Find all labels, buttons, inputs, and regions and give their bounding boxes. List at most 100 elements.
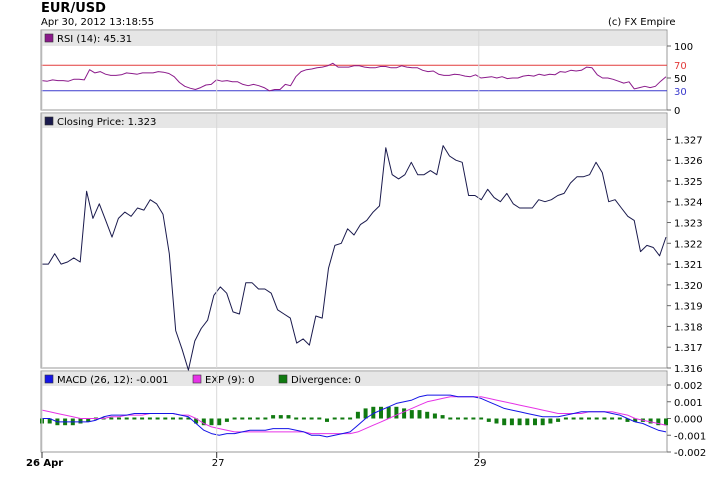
divergence-bar bbox=[224, 418, 229, 422]
divergence-bar bbox=[525, 418, 530, 426]
price-legend-label: Closing Price: 1.323 bbox=[57, 117, 156, 128]
rsi-upper-band-label: 70 bbox=[674, 61, 687, 72]
divergence-bar bbox=[286, 415, 291, 419]
divergence-bar bbox=[502, 418, 507, 426]
divergence-bar bbox=[155, 417, 160, 420]
divergence-bar bbox=[163, 417, 168, 420]
divergence-bar bbox=[255, 417, 260, 420]
divergence-bar bbox=[209, 418, 214, 426]
divergence-bar bbox=[348, 417, 353, 420]
divergence-bar bbox=[664, 418, 668, 426]
price-y-tick-label: 1.317 bbox=[674, 343, 703, 354]
divergence-bar bbox=[409, 410, 414, 419]
divergence-bar bbox=[494, 418, 499, 424]
price-y-tick-label: 1.322 bbox=[674, 239, 703, 250]
macd-legend-swatch bbox=[44, 374, 54, 384]
price-y-tick-label: 1.326 bbox=[674, 156, 703, 167]
macd-y-tick-label: 0.002 bbox=[674, 381, 703, 392]
divergence-bar bbox=[517, 418, 522, 426]
price-y-tick-label: 1.321 bbox=[674, 260, 703, 271]
divergence-bar bbox=[325, 418, 329, 422]
price-y-tick-label: 1.318 bbox=[674, 322, 703, 333]
price-y-tick-label: 1.320 bbox=[674, 281, 703, 292]
price-y-tick-label: 1.325 bbox=[674, 177, 703, 188]
divergence-bar bbox=[610, 417, 615, 420]
divergence-bar bbox=[556, 418, 561, 422]
divergence-bar bbox=[278, 415, 283, 419]
divergence-bar bbox=[317, 417, 322, 420]
macd-y-tick-label: -0.001 bbox=[674, 431, 706, 442]
price-y-tick-label: 1.327 bbox=[674, 135, 703, 146]
rsi-legend-swatch bbox=[44, 33, 54, 43]
x-tick-label: 26 Apr bbox=[26, 458, 63, 469]
divergence-bar bbox=[432, 413, 437, 419]
divergence-bar bbox=[471, 417, 476, 420]
macd-legend-label: MACD (26, 12): -0.001 bbox=[57, 375, 169, 386]
price-y-tick-label: 1.319 bbox=[674, 302, 703, 313]
divergence-bar bbox=[78, 418, 83, 424]
rsi-panel-header-bg bbox=[42, 31, 666, 46]
divergence-bar bbox=[355, 411, 360, 419]
exp-legend-swatch bbox=[192, 374, 202, 384]
divergence-bar bbox=[540, 418, 545, 426]
divergence-legend-label: Divergence: 0 bbox=[291, 375, 361, 386]
divergence-bar bbox=[109, 417, 114, 420]
divergence-bar bbox=[402, 408, 407, 419]
divergence-legend-swatch bbox=[278, 374, 288, 384]
price-legend-swatch bbox=[44, 116, 54, 126]
divergence-bar bbox=[594, 417, 599, 420]
divergence-bar bbox=[178, 417, 183, 420]
divergence-bar bbox=[379, 406, 383, 419]
divergence-bar bbox=[417, 410, 422, 419]
exp-legend-label: EXP (9): 0 bbox=[205, 375, 254, 386]
divergence-bar bbox=[602, 417, 607, 420]
divergence-bar bbox=[271, 415, 276, 419]
divergence-bar bbox=[440, 415, 445, 419]
divergence-bar bbox=[171, 417, 175, 420]
x-tick-label: 29 bbox=[474, 458, 487, 469]
macd-y-tick-label: -0.002 bbox=[674, 448, 706, 459]
rsi-y-tick-label: 100 bbox=[674, 42, 693, 53]
divergence-bar bbox=[448, 417, 453, 420]
divergence-bar bbox=[386, 406, 391, 419]
divergence-bar bbox=[147, 417, 152, 420]
divergence-bar bbox=[617, 417, 622, 420]
divergence-bar bbox=[124, 417, 129, 420]
x-tick-label: 27 bbox=[212, 458, 225, 469]
divergence-bar bbox=[394, 406, 399, 419]
macd-y-tick-label: 0.001 bbox=[674, 398, 703, 409]
divergence-bar bbox=[263, 417, 268, 420]
rsi-lower-band-label: 30 bbox=[674, 87, 687, 98]
price-y-tick-label: 1.324 bbox=[674, 198, 703, 209]
divergence-bar bbox=[117, 417, 121, 420]
rsi-y-tick-label: 50 bbox=[674, 74, 687, 85]
divergence-bar bbox=[309, 417, 314, 420]
divergence-bar bbox=[486, 418, 491, 422]
divergence-bar bbox=[217, 418, 222, 426]
divergence-bar bbox=[132, 417, 137, 420]
chart-area: RSI (14): 45.31 0 50 100 70 30 Closing Price: … bbox=[26, 29, 706, 469]
divergence-bar bbox=[294, 417, 299, 420]
divergence-bar bbox=[332, 417, 337, 420]
divergence-bar bbox=[563, 417, 568, 420]
divergence-bar bbox=[248, 417, 252, 420]
macd-y-tick-label: 0.000 bbox=[674, 415, 703, 426]
divergence-bar bbox=[648, 418, 653, 424]
divergence-bar bbox=[301, 417, 306, 420]
divergence-bar bbox=[456, 417, 460, 420]
divergence-bar bbox=[533, 418, 537, 426]
divergence-bar bbox=[548, 418, 553, 424]
divergence-bar bbox=[509, 418, 514, 426]
price-y-tick-label: 1.323 bbox=[674, 219, 703, 230]
divergence-bar bbox=[232, 417, 237, 420]
divergence-bar bbox=[571, 417, 576, 420]
divergence-bar bbox=[425, 411, 430, 419]
divergence-bar bbox=[587, 417, 591, 420]
divergence-bar bbox=[140, 417, 145, 420]
price-y-tick-label: 1.316 bbox=[674, 364, 703, 375]
rsi-legend-label: RSI (14): 45.31 bbox=[57, 34, 132, 45]
divergence-bar bbox=[363, 408, 368, 419]
divergence-bar bbox=[579, 417, 584, 420]
divergence-bar bbox=[340, 417, 345, 420]
divergence-bar bbox=[463, 417, 468, 420]
